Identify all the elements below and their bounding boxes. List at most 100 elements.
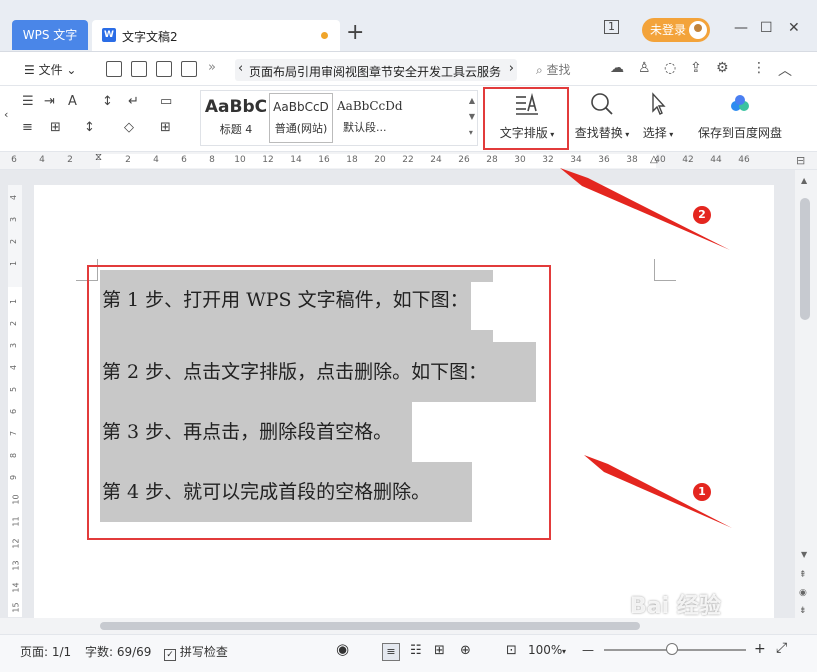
bullet-list-icon[interactable]: ☰ [22,94,34,109]
save-to-baidu-button[interactable]: 保存到百度网盘 [692,92,788,141]
ruler-tick: 18 [346,155,358,165]
scroll-right-icon[interactable]: › [509,61,514,76]
unsaved-dot-icon [321,32,328,39]
collapse-ribbon-icon[interactable]: ︿ [778,60,792,80]
ruler-tick: 2 [125,155,131,165]
tab-wps-writer[interactable]: WPS 文字 [12,20,88,50]
select-label: 选择 [642,126,667,140]
zoom-dropdown-icon[interactable]: ▾ [562,647,566,656]
highlight-document-text [87,265,551,540]
search-button[interactable]: ⌕ 查找 [536,61,571,78]
page-view-icon[interactable]: ≡ [382,643,400,661]
fullscreen-icon[interactable]: ⤢ [776,640,787,656]
web-view-icon[interactable]: ⊕ [460,643,471,658]
comment-icon[interactable]: ◌ [664,60,676,76]
more-options-icon[interactable]: ⋮ [752,60,766,76]
tab-document[interactable]: W 文字文稿2 [92,20,340,51]
eye-protection-icon[interactable]: ◉ [336,640,349,658]
indent-icon[interactable]: ⇥ [44,94,55,109]
horizontal-scrollbar[interactable] [0,618,795,634]
scroll-left-icon[interactable]: ‹ [238,61,243,76]
show-marks-icon[interactable]: ↵ [128,94,139,109]
style-gallery-scroll-icon[interactable]: ▲ ▼ ▾ [469,93,475,141]
ribbon-scroll-left-icon[interactable]: ‹ [4,108,8,121]
file-menu[interactable]: ☰ 文件 ⌄ [24,61,76,78]
window-layout-icon[interactable]: 1 [604,20,619,34]
vertical-scroll-thumb[interactable] [800,198,810,320]
select-browse-icon[interactable]: ◉ [799,588,807,598]
indent-marker-icon[interactable]: ⧖ [95,152,102,163]
ruler-tick: 2 [67,155,73,165]
table-border-icon[interactable]: ▭ [160,94,172,109]
print-preview-icon[interactable] [181,61,197,77]
ruler-tick: 8 [9,452,19,459]
checkbox-icon: ✓ [164,649,176,661]
close-button[interactable]: ✕ [788,20,800,36]
document-icon: W [102,28,116,42]
cloud-sync-icon[interactable]: ☁ [610,60,624,76]
outline-view-icon[interactable]: ☷ [410,643,422,658]
find-replace-button[interactable]: 查找替换 ▾ [572,92,632,141]
shading-icon[interactable]: ◇ [124,120,134,135]
word-count[interactable]: 字数: 69/69 [85,643,151,660]
distribute-icon[interactable]: ⊞ [50,120,61,135]
menu-tab-list[interactable]: 页面布局引用审阅视图章节安全开发工具云服务 [249,63,501,80]
reading-view-icon[interactable]: ⊞ [434,643,445,658]
style-heading4[interactable]: AaBbC 标题 4 [203,93,269,143]
style-sample: AaBbC [204,97,268,117]
style-gallery: AaBbC 标题 4 AaBbCcD 普通(网站) AaBbCcDd 默认段..… [200,90,478,146]
next-page-icon[interactable]: ⇟ [799,606,807,616]
ruler-tick: 4 [39,155,45,165]
spell-check[interactable]: ✓ 拼写检查 [164,643,228,661]
zoom-slider-knob[interactable] [666,643,678,655]
export-pdf-icon[interactable] [131,61,147,77]
ruler-tick: 13 [11,560,21,571]
asian-layout-icon[interactable]: A [68,94,77,109]
right-indent-marker-icon[interactable]: △ [650,154,658,165]
ruler-tick: 34 [570,155,582,165]
login-button[interactable]: 未登录 [642,18,710,42]
prev-page-icon[interactable]: ⇞ [799,570,807,580]
save-to-baidu-label: 保存到百度网盘 [697,126,782,140]
zoom-out-button[interactable]: — [582,643,594,657]
ruler-tick: 8 [209,155,215,165]
select-button[interactable]: 选择 ▾ [638,92,678,141]
style-name: 普通(网站) [274,122,328,135]
horizontal-scroll-thumb[interactable] [100,622,640,630]
ruler-toggle-icon[interactable]: ⊟ [796,154,805,167]
step-badge-1: 1 [693,483,711,501]
search-icon: ⌕ [536,63,547,77]
ruler-tick: 12 [11,538,21,549]
title-bar: WPS 文字 W 文字文稿2 + 1 未登录 — ☐ ✕ [0,0,817,52]
line-spacing-icon[interactable]: ↕ [84,120,95,135]
scroll-down-icon[interactable]: ▼ [801,550,807,559]
save-icon[interactable] [106,61,122,77]
document-tab-title: 文字文稿2 [122,30,178,44]
minimize-button[interactable]: — [734,20,748,36]
add-tab-button[interactable]: + [346,22,364,44]
ruler-tick: 1 [9,260,19,267]
zoom-in-button[interactable]: + [754,641,766,657]
maximize-button[interactable]: ☐ [760,20,773,36]
ruler-tick: 6 [181,155,187,165]
print-icon[interactable] [156,61,172,77]
user-icon[interactable]: ♙ [638,60,651,76]
page-count: 页面: 1/1 [20,645,72,659]
zoom-level[interactable]: 100% [528,643,562,657]
style-default-paragraph[interactable]: AaBbCcDd 默认段... [335,93,463,143]
settings-icon[interactable]: ⚙ [716,60,729,76]
ruler-tick: 11 [11,516,21,527]
borders-icon[interactable]: ⊞ [160,120,171,135]
vertical-ruler[interactable]: 4 3 2 1 1 2 3 4 5 6 7 8 9 10 11 12 13 14… [8,185,22,617]
horizontal-ruler[interactable]: 6 4 2 2 4 6 8 10 12 14 16 18 20 22 24 26… [0,152,817,170]
sort-icon[interactable]: ↕ [102,94,113,109]
vertical-scrollbar[interactable]: ▲ ▼ ⇞ ◉ ⇟ [795,170,817,634]
fit-page-icon[interactable]: ⊡ [506,643,517,658]
ruler-tick: 16 [318,155,330,165]
align-justify-icon[interactable]: ≡ [22,120,33,135]
more-tools-icon[interactable]: » [208,60,216,75]
scroll-up-icon[interactable]: ▲ [801,176,807,185]
style-normal-web[interactable]: AaBbCcD 普通(网站) [269,93,333,143]
share-icon[interactable]: ⇪ [690,60,702,76]
style-sample: AaBbCcD [273,100,329,114]
